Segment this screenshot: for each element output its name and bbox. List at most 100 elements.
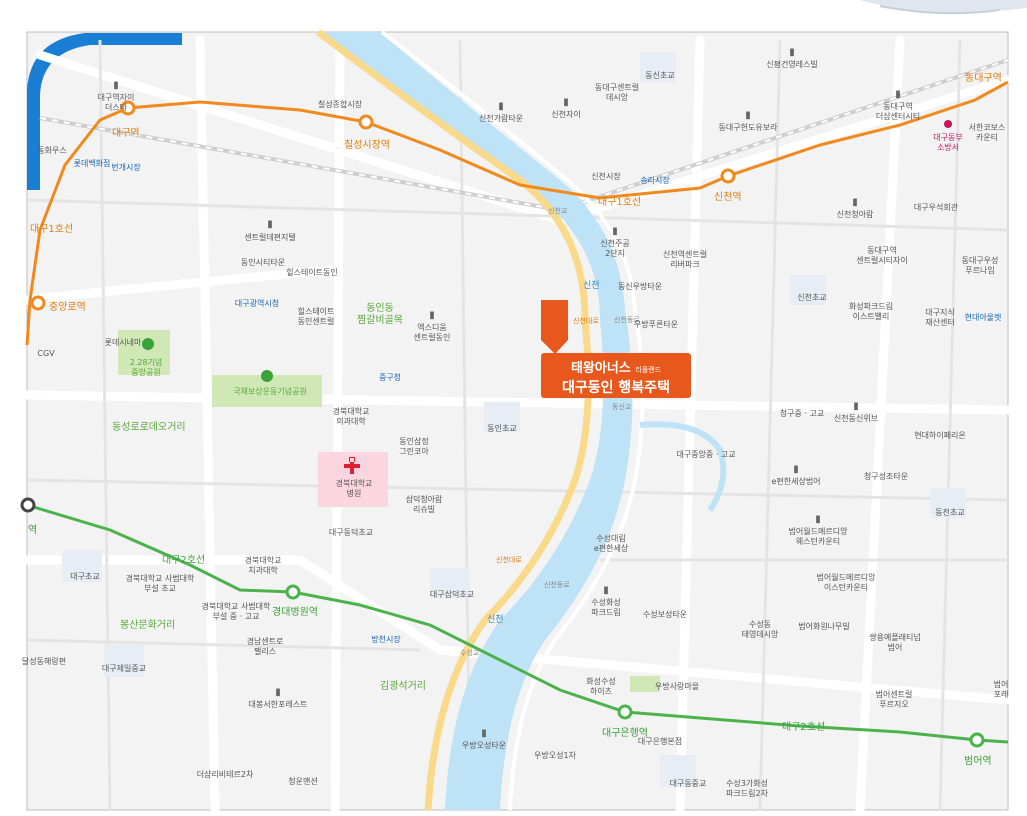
place-label: 신천청아람	[836, 210, 874, 219]
place-label: 범어월드메르디앙 웨스턴카운티	[788, 527, 848, 546]
place-label: 더샵리비테르2차	[196, 770, 254, 779]
line1-label-west: 대구1호선	[30, 224, 74, 235]
place-label: 국채보상운동기념공원	[233, 387, 307, 396]
building-icon: ▮	[603, 585, 609, 596]
place-label: 우방오성타운	[461, 741, 507, 750]
bridge-suseonggyo: 수성교	[460, 649, 480, 657]
station-kyungpook-hospital[interactable]: 경대병원역	[272, 603, 318, 618]
place-label: 신천주공 2단지	[600, 239, 630, 258]
district-kimkwangseok: 김광석거리	[380, 681, 426, 692]
place-label: 화성수성 하이츠	[586, 677, 616, 696]
place-label: 신평건영레스빌	[766, 60, 818, 69]
place-label: 달성동해랑편	[21, 657, 67, 666]
place-label: 신천초교	[797, 293, 827, 302]
place-label: 화성파크드림 이스트밸리	[848, 302, 894, 321]
station-sincheon[interactable]: 신천역	[714, 188, 742, 203]
place-label: 현대하이페리온	[914, 431, 966, 440]
callout-brand-sub: 리플랜드	[635, 366, 662, 374]
place-label: 동대구센트럴 데시앙	[594, 83, 640, 102]
place-label: 2.28기념 중앙공원	[129, 358, 163, 377]
line1-label-east: 대구1호선	[598, 197, 642, 208]
place-label: 범어센트럴 푸르지오	[875, 690, 913, 709]
place-label: 신천자이	[551, 110, 581, 119]
place-label: 우방푸른타운	[633, 320, 679, 329]
building-icon: ▮	[852, 197, 858, 208]
place-label: 경북대학교 사범대학 부설 중 · 고교	[201, 602, 271, 621]
place-hyundai-outlet[interactable]: 현대아울렛	[965, 312, 1002, 323]
place-label: 쌍용예플래티넘 범어	[869, 633, 921, 652]
road-label-sincheondongro-2: 신천동로	[544, 581, 570, 589]
place-label: 수성대림 e편한세상	[593, 534, 629, 553]
place-lotte-department[interactable]: 롯데백화점	[74, 158, 111, 169]
place-label: 대구동중교	[669, 779, 707, 788]
place-label: 동대구역 센트럴시티자이	[856, 246, 908, 265]
place-label: 청구성조타운	[863, 472, 909, 481]
place-label: 경북대학교 병원	[335, 479, 373, 498]
place-label: 대봉서한포레스트	[248, 700, 308, 709]
place-label: 범어월드메르디앙 이스턴카운티	[816, 573, 876, 592]
place-label: 대구역자이 더스타	[97, 93, 135, 112]
building-icon: ▮	[745, 110, 751, 121]
place-label: 동인초교	[487, 424, 517, 433]
building-icon: ▮	[853, 401, 859, 412]
place-label: 범어화원나무빌	[798, 622, 850, 631]
bridge-sincheongyo: 신천교	[548, 207, 568, 215]
building-icon: ▮	[612, 226, 618, 237]
place-label: 동대구역 더샵센터시티	[875, 102, 921, 121]
district-dongseongro: 동성로로데오거리	[112, 422, 186, 433]
place-jung-gu-office[interactable]: 중구청	[379, 372, 401, 383]
place-beongae-market[interactable]: 번개시장	[111, 162, 140, 173]
place-label: 대구중앙중 · 고교	[676, 450, 736, 459]
road-label-sincheondaero-1: 신천대로	[573, 317, 599, 325]
place-label: 힐스테이트동인	[286, 268, 338, 277]
place-label: 대구제일중교	[101, 664, 147, 673]
station-beomeo[interactable]: 범어역	[964, 752, 992, 767]
district-bongsan: 봉산문화거리	[120, 620, 176, 631]
place-bangcheon-market[interactable]: 방천시장	[371, 634, 400, 645]
building-icon: ▮	[895, 89, 901, 100]
building-icon: ▮	[429, 310, 435, 321]
place-label: 경남센트로 팰리스	[246, 637, 284, 656]
location-callout: 태왕아너스 리플랜드 대구동인 행복주택	[541, 353, 691, 398]
place-label: 우방오성1차	[534, 751, 576, 760]
line2-label-east: 대구2호선	[782, 722, 826, 733]
building-icon: ▮	[789, 47, 795, 58]
place-label: 센트럴데편지텔	[244, 233, 296, 242]
place-label: 청구중 · 고교	[779, 409, 825, 418]
place-label: 서한코보스 카운티	[968, 123, 1006, 142]
place-label: 엑스디움 센트럴동인	[413, 323, 451, 342]
station-partial[interactable]: 역	[28, 521, 37, 536]
place-label: 수성3가화성 파크드림2차	[726, 779, 768, 798]
building-icon: ▮	[481, 728, 487, 739]
river-label-sincheon-north: 신천	[583, 281, 600, 291]
place-label: 경북대학교 사범대학 부설 초교	[125, 574, 195, 593]
place-label: 경북대학교 치과대학	[244, 556, 282, 575]
building-icon: ▮	[498, 101, 504, 112]
river-label-sincheon-south: 신천	[487, 615, 504, 625]
station-jungangno[interactable]: 중앙로역	[49, 298, 86, 313]
place-label: 동화우스	[37, 146, 67, 155]
line2-label-west: 대구2호선	[162, 555, 206, 566]
place-label: 신천시장	[591, 172, 621, 181]
place-label: 대구우석회관	[913, 203, 959, 212]
place-label: 대구은행본점	[637, 737, 683, 746]
place-dongbu-fire-station[interactable]: 대구동부 소방서	[933, 133, 962, 153]
place-label: 대구초교	[70, 572, 100, 581]
station-dongdaegu[interactable]: 동대구역	[965, 69, 1002, 84]
station-chilseong-market[interactable]: 칠성시장역	[344, 136, 390, 151]
place-label: 수성보성타운	[642, 610, 688, 619]
place-label: 청운맨션	[288, 777, 318, 786]
district-dongin-galbi: 동인동 찜갈비골목	[357, 303, 403, 326]
bridge-dongsingyo: 동신교	[612, 403, 632, 411]
place-label: 수성화성 파크드림	[591, 598, 621, 617]
building-icon: ▮	[815, 514, 821, 525]
place-label: 우방사랑마을	[654, 682, 700, 691]
station-daegu[interactable]: 대구역	[112, 124, 140, 139]
callout-brand: 태왕아너스	[570, 361, 631, 376]
place-daegu-city-hall[interactable]: 대구광역시청	[235, 298, 279, 309]
place-songra-market[interactable]: 송라시장	[640, 175, 669, 186]
place-label: 동대구헌도유보라	[718, 123, 778, 132]
place-label: 대구지식 재산센터	[925, 308, 955, 327]
place-label: e편한세상범어	[771, 477, 821, 486]
place-label: 롯데시네마	[104, 338, 142, 347]
